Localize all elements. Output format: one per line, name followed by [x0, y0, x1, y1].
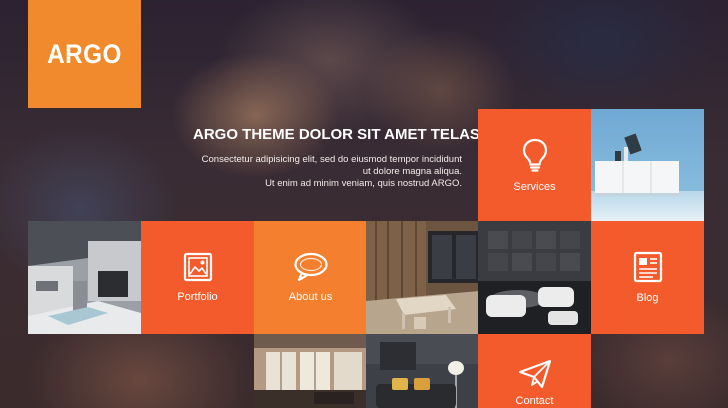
image-icon — [183, 252, 213, 282]
contact-tile[interactable]: Contact — [478, 334, 591, 408]
photo-sofa-lamp — [366, 334, 479, 408]
paper-plane-icon — [518, 359, 552, 389]
photo-living-room — [591, 109, 704, 222]
portfolio-tile[interactable]: Portfolio — [141, 221, 254, 334]
logo-tile[interactable]: ARGO — [28, 0, 141, 108]
photo-wood-dining-room — [366, 221, 479, 334]
photo-interior-stairs — [28, 221, 141, 334]
hero-headline: ARGO THEME DOLOR SIT AMET TELASDE — [193, 126, 501, 143]
hero-line: ut dolore magna aliqua. — [362, 166, 462, 177]
about-tile[interactable]: About us — [254, 221, 367, 334]
hero-line: Consectetur adipisicing elit, sed do eiu… — [201, 154, 462, 165]
newspaper-icon — [633, 251, 663, 283]
contact-label: Contact — [515, 395, 554, 407]
portfolio-label: Portfolio — [177, 291, 218, 303]
speech-bubble-icon — [293, 252, 329, 282]
services-label: Services — [513, 181, 556, 193]
blog-tile[interactable]: Blog — [591, 221, 704, 334]
hero-subtext: Consectetur adipisicing elit, sed do eiu… — [183, 154, 462, 190]
about-label: About us — [288, 291, 333, 303]
services-tile[interactable]: Services — [478, 109, 591, 222]
lightbulb-icon — [522, 138, 548, 172]
blog-label: Blog — [636, 292, 659, 304]
hero-line: Ut enim ad minim veniam, quis nostrud AR… — [265, 178, 462, 189]
photo-window-living-room — [254, 334, 367, 408]
logo-text: ARGO — [47, 38, 122, 69]
photo-dark-lounge — [478, 221, 591, 334]
